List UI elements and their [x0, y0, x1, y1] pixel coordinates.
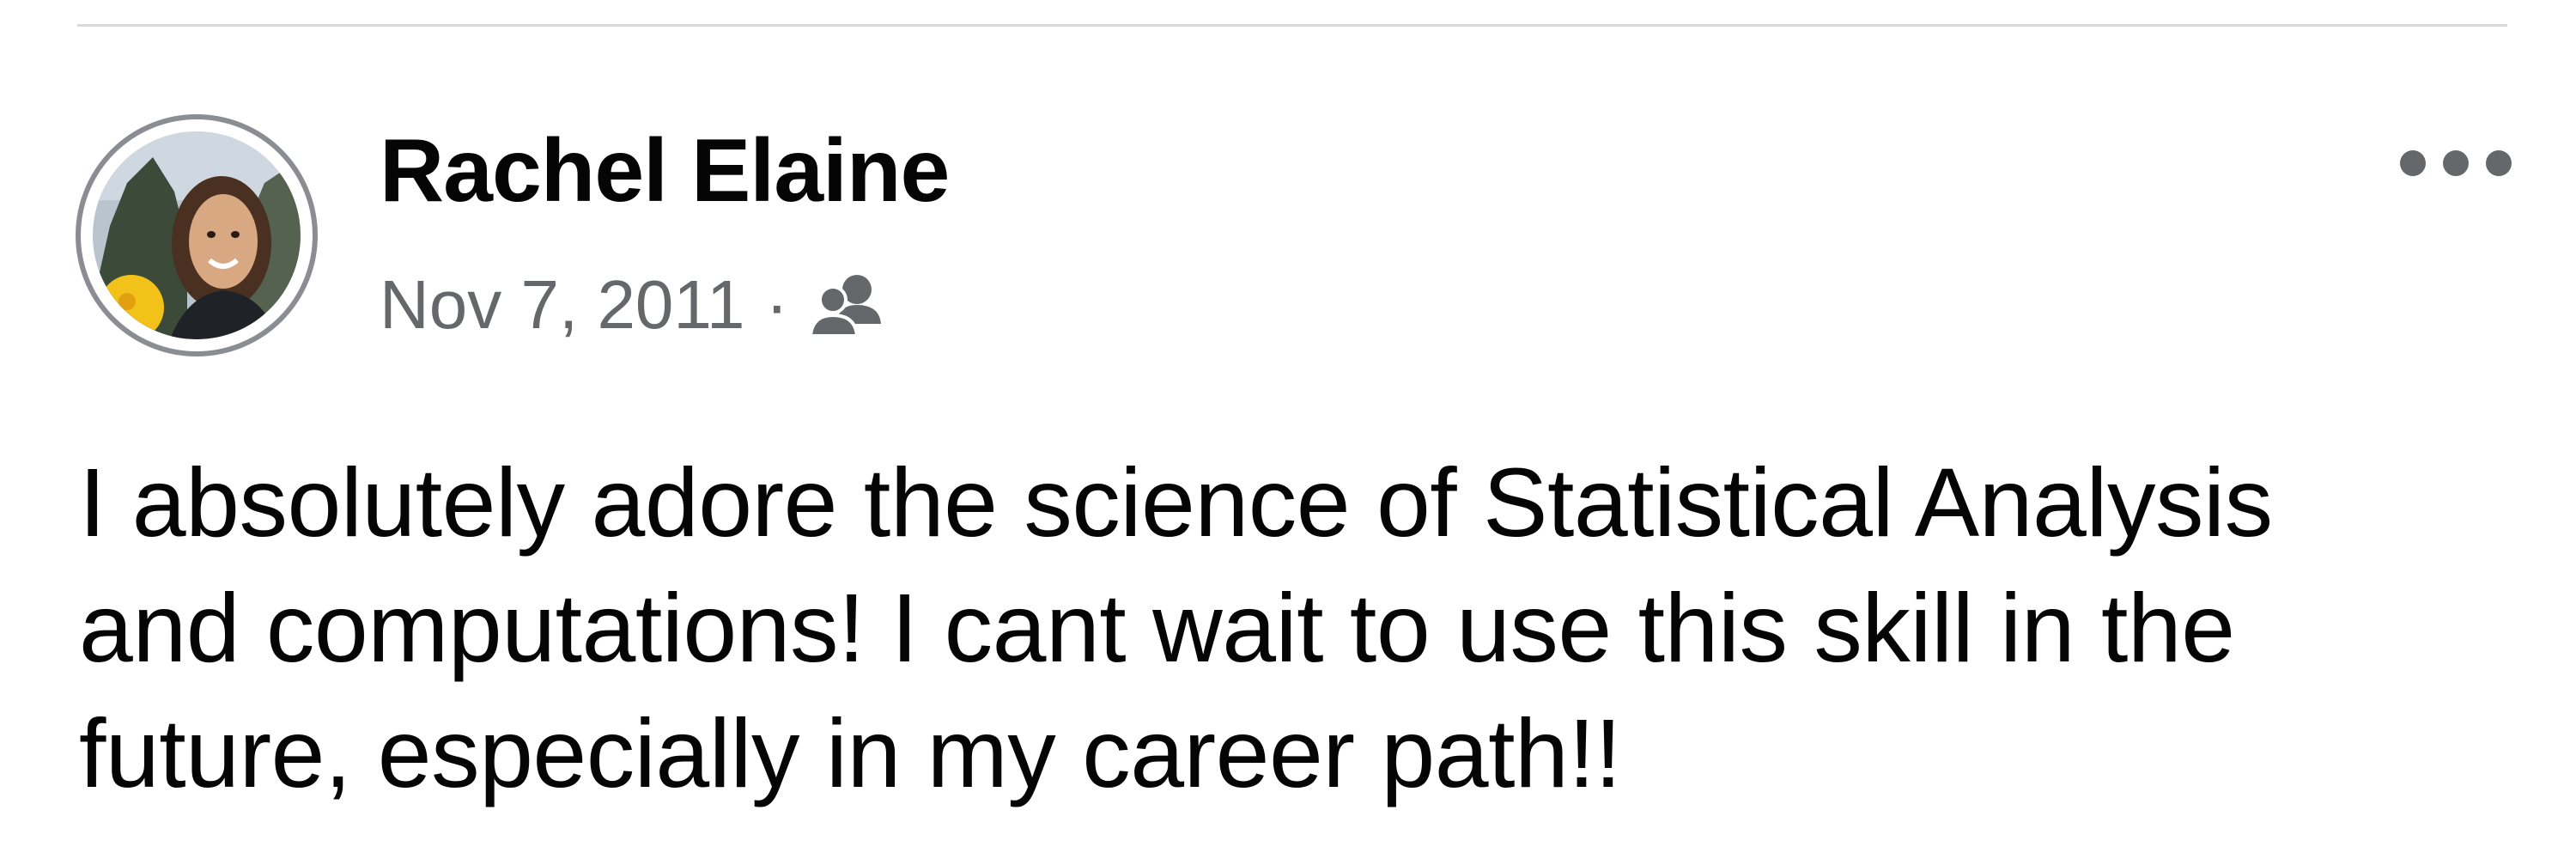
post-text: I absolutely adore the science of Statis… [79, 448, 2273, 807]
more-options-button[interactable] [2387, 137, 2524, 189]
top-divider [77, 24, 2507, 27]
avatar-photo [93, 131, 301, 339]
author-name[interactable]: Rachel Elaine [380, 120, 950, 222]
post-date[interactable]: Nov 7, 2011 [380, 265, 744, 344]
avatar[interactable] [93, 131, 301, 339]
friends-icon[interactable] [807, 271, 886, 339]
more-options-icon [2400, 150, 2512, 176]
post-meta: Nov 7, 2011 · [380, 258, 886, 352]
meta-separator: · [765, 266, 789, 343]
